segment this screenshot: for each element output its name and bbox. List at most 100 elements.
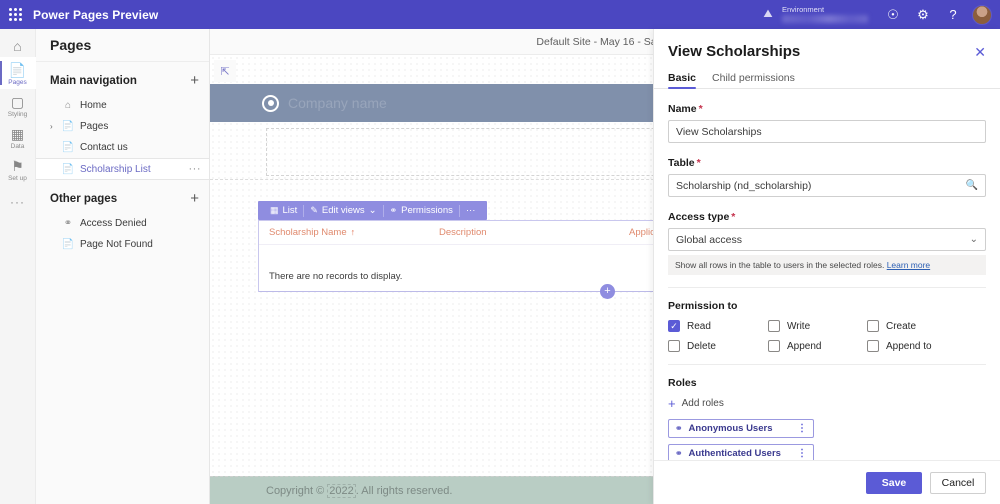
rail-label-setup: Set up: [8, 175, 27, 182]
add-other-page-button[interactable]: +: [190, 190, 199, 207]
sidebar-item-home[interactable]: › ⌂ Home: [36, 95, 209, 116]
sidebar-item-scholarship-list[interactable]: › 📄 Scholarship List ···: [36, 158, 209, 180]
environment-selector[interactable]: ⛰ Environment: [759, 6, 868, 23]
role-more-icon[interactable]: ⋮: [797, 448, 807, 459]
access-type-select[interactable]: Global access ⌄: [668, 228, 986, 251]
rail-item-data[interactable]: ▦ Data: [0, 121, 36, 153]
sidebar-item-label: Scholarship List: [80, 164, 151, 175]
other-pages-title: Other pages: [50, 193, 117, 205]
copyright-year[interactable]: 2022: [327, 484, 355, 498]
gear-icon[interactable]: ⚙: [908, 0, 938, 29]
cancel-button[interactable]: Cancel: [930, 472, 986, 494]
tab-basic[interactable]: Basic: [668, 72, 696, 89]
sidebar-item-label: Pages: [80, 121, 108, 132]
role-chip-anonymous-users[interactable]: ⚭ Anonymous Users ⋮: [668, 419, 814, 438]
pages-panel-title: Pages: [36, 29, 209, 62]
column-header-scholarship-name[interactable]: Scholarship Name↑: [269, 227, 439, 238]
list-toolbar-more-icon[interactable]: ···: [460, 205, 482, 216]
rail-item-pages[interactable]: 📄 Pages: [0, 57, 36, 89]
permission-checkbox-grid: ✓ Read Write Create Delete Append: [668, 320, 986, 352]
permission-to-title: Permission to: [668, 300, 986, 312]
sidebar-item-access-denied[interactable]: › ⚭ Access Denied: [36, 213, 209, 234]
other-pages-section: Other pages +: [36, 180, 209, 213]
main-navigation-section: Main navigation +: [36, 62, 209, 95]
rail-label-pages: Pages: [8, 79, 26, 86]
sidebar-item-label: Page Not Found: [80, 239, 153, 250]
learn-more-link[interactable]: Learn more: [887, 260, 930, 270]
edit-views-label: Edit views: [322, 205, 365, 216]
rail-label-styling: Styling: [8, 111, 28, 118]
permissions-label: Permissions: [401, 205, 453, 216]
home-icon: ⌂: [60, 100, 76, 111]
checkbox-box: [867, 320, 879, 332]
checkbox-read[interactable]: ✓ Read: [668, 320, 768, 332]
table-lookup-value: Scholarship (nd_scholarship): [676, 180, 811, 192]
tab-child-permissions[interactable]: Child permissions: [712, 72, 795, 89]
styling-icon: ▢: [11, 94, 24, 110]
chevron-down-icon[interactable]: ⌄: [970, 234, 978, 245]
access-type-hint-text: Show all rows in the table to users in t…: [675, 260, 884, 270]
page-icon: 📄: [60, 164, 76, 175]
add-main-navigation-page-button[interactable]: +: [190, 72, 199, 89]
list-toolbar: ▦ List ✎ Edit views ⌄ ⚭ Permissions: [258, 201, 487, 220]
rail-item-setup[interactable]: ⚑ Set up: [0, 153, 36, 185]
sidebar-item-label: Home: [80, 100, 107, 111]
add-section-button[interactable]: +: [600, 284, 615, 299]
add-roles-button[interactable]: + Add roles: [668, 397, 986, 410]
permissions-button[interactable]: ⚭ Permissions: [384, 205, 459, 216]
app-launcher-icon[interactable]: [0, 8, 30, 21]
name-input-value: View Scholarships: [676, 126, 762, 138]
question-mark-icon[interactable]: ?: [938, 0, 968, 29]
access-type-label: Access type*: [668, 211, 986, 223]
checkbox-delete[interactable]: Delete: [668, 340, 768, 352]
rail-item-home[interactable]: ⌂: [0, 33, 36, 57]
rail-label-data: Data: [11, 143, 25, 150]
environment-name: [782, 15, 868, 23]
home-icon: ⌂: [13, 38, 21, 54]
edit-views-button[interactable]: ✎ Edit views ⌄: [304, 205, 382, 216]
role-more-icon[interactable]: ⋮: [797, 423, 807, 434]
company-logo-icon: [262, 95, 279, 112]
pages-icon: 📄: [9, 62, 26, 78]
rail-overflow-icon[interactable]: ···: [10, 195, 25, 209]
checkbox-label: Delete: [687, 341, 716, 352]
environment-icon: ⛰: [759, 8, 777, 21]
column-header-description[interactable]: Description: [439, 227, 629, 238]
sidebar-item-pages[interactable]: › 📄 Pages: [36, 116, 209, 137]
checkbox-write[interactable]: Write: [768, 320, 867, 332]
bell-icon[interactable]: ☉: [878, 0, 908, 29]
sidebar-item-page-not-found[interactable]: › 📄 Page Not Found: [36, 234, 209, 255]
search-icon[interactable]: 🔍: [966, 180, 978, 191]
divider: [668, 364, 986, 365]
app-header-right: ⛰ Environment ☉ ⚙ ?: [759, 0, 1000, 29]
checkbox-box: [768, 340, 780, 352]
list-toolbar-list-button[interactable]: ▦ List: [264, 205, 303, 216]
close-icon[interactable]: ✕: [974, 45, 986, 59]
avatar[interactable]: [972, 5, 992, 25]
checkbox-label: Create: [886, 321, 916, 332]
checkbox-create[interactable]: Create: [867, 320, 986, 332]
table-lookup-input[interactable]: Scholarship (nd_scholarship) 🔍: [668, 174, 986, 197]
name-input[interactable]: View Scholarships: [668, 120, 986, 143]
chevron-right-icon[interactable]: ›: [50, 122, 60, 131]
chevron-down-icon: ⌄: [369, 205, 377, 216]
checkbox-append[interactable]: Append: [768, 340, 867, 352]
plus-icon: +: [668, 397, 676, 410]
roles-title: Roles: [668, 377, 986, 389]
copyright-text: Copyright © 2022. All rights reserved.: [266, 485, 452, 497]
checkbox-label: Write: [787, 321, 810, 332]
panel-tabs: Basic Child permissions: [668, 72, 1000, 89]
user-denied-icon: ⚭: [60, 218, 76, 229]
checkbox-append-to[interactable]: Append to: [867, 340, 986, 352]
edit-views-icon: ✎: [310, 205, 318, 216]
expand-canvas-icon[interactable]: ⇱: [214, 60, 236, 82]
save-button[interactable]: Save: [866, 472, 922, 494]
rail-item-styling[interactable]: ▢ Styling: [0, 89, 36, 121]
add-roles-label: Add roles: [682, 398, 724, 409]
access-type-value: Global access: [676, 234, 742, 246]
company-name: Company name: [288, 95, 387, 111]
role-label: Anonymous Users: [689, 423, 773, 434]
page-missing-icon: 📄: [60, 239, 76, 250]
sidebar-item-more-icon[interactable]: ···: [189, 163, 202, 175]
sidebar-item-contact-us[interactable]: › 📄 Contact us: [36, 137, 209, 158]
